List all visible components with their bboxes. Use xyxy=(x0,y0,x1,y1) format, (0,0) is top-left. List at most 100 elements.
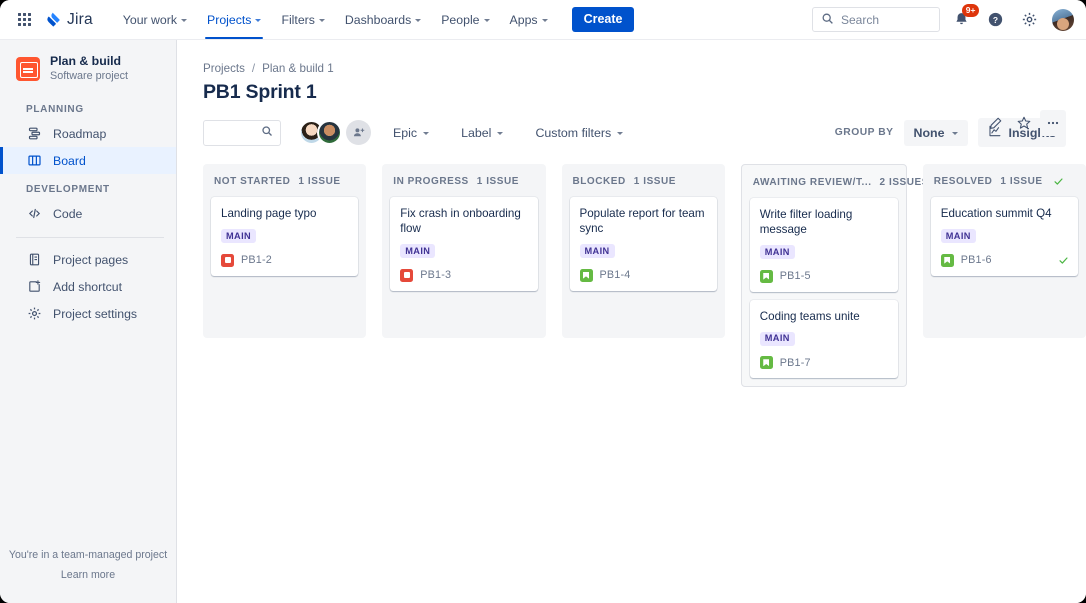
story-icon xyxy=(941,254,954,267)
main-content: Projects / Plan & build 1 PB1 Sprint 1 xyxy=(178,40,1086,603)
label-filter-dropdown[interactable]: Label xyxy=(451,120,513,146)
chevron-down-icon xyxy=(542,19,548,22)
breadcrumb-projects[interactable]: Projects xyxy=(203,62,245,75)
chevron-down-icon xyxy=(484,19,490,22)
learn-more-link[interactable]: Learn more xyxy=(0,569,176,581)
svg-text:?: ? xyxy=(992,15,997,25)
roadmap-icon xyxy=(26,126,42,142)
sidebar-item-board[interactable]: Board xyxy=(0,147,176,174)
issue-key: PB1-5 xyxy=(780,270,811,282)
project-avatar-icon xyxy=(16,57,40,81)
issue-card[interactable]: Coding teams unite MAIN PB1-7 xyxy=(750,300,898,379)
issue-key: PB1-2 xyxy=(241,254,272,266)
column-header: AWAITING REVIEW/T... 2 ISSUES xyxy=(742,165,906,198)
nav-filters[interactable]: Filters xyxy=(271,0,334,39)
issue-title: Populate report for team sync xyxy=(580,206,708,236)
issue-key: PB1-6 xyxy=(961,254,992,266)
jira-home-link[interactable]: Jira xyxy=(44,11,93,29)
issue-card[interactable]: Landing page typo MAIN PB1-2 xyxy=(211,197,358,276)
sidebar-item-label: Project pages xyxy=(53,253,128,267)
global-search-input[interactable]: Search xyxy=(812,7,940,32)
create-button[interactable]: Create xyxy=(572,7,635,32)
issue-meta: PB1-6 xyxy=(941,254,1069,267)
board-column-blocked[interactable]: BLOCKED 1 ISSUE Populate report for team… xyxy=(562,164,725,338)
notifications-button[interactable]: 9+ xyxy=(948,7,974,33)
app-switcher-icon[interactable] xyxy=(14,10,34,30)
help-button[interactable]: ? xyxy=(982,7,1008,33)
issue-card[interactable]: Write filter loading message MAIN PB1-5 xyxy=(750,198,898,292)
sidebar-item-project-pages[interactable]: Project pages xyxy=(0,246,176,273)
brand-name: Jira xyxy=(67,11,93,29)
issue-card[interactable]: Fix crash in onboarding flow MAIN PB1-3 xyxy=(390,197,537,291)
board-column-resolved[interactable]: RESOLVED 1 ISSUE Education summit Q4 MAI… xyxy=(923,164,1086,338)
group-by-dropdown[interactable]: None xyxy=(904,120,968,146)
add-people-icon[interactable] xyxy=(346,120,371,145)
issue-card[interactable]: Populate report for team sync MAIN PB1-4 xyxy=(570,197,717,291)
nav-your-work[interactable]: Your work xyxy=(113,0,197,39)
search-icon xyxy=(821,12,834,28)
sidebar-item-add-shortcut[interactable]: Add shortcut xyxy=(0,273,176,300)
nav-apps[interactable]: Apps xyxy=(500,0,558,39)
sidebar-item-roadmap[interactable]: Roadmap xyxy=(0,120,176,147)
chevron-down-icon xyxy=(497,132,503,135)
page-title: PB1 Sprint 1 xyxy=(178,75,1086,104)
gear-icon xyxy=(26,306,42,322)
jira-logo-icon xyxy=(44,11,62,29)
avatar[interactable] xyxy=(317,120,342,145)
nav-projects[interactable]: Projects xyxy=(197,0,271,39)
board-search-input[interactable] xyxy=(203,120,281,146)
sidebar-item-label: Code xyxy=(53,207,82,221)
issue-title: Fix crash in onboarding flow xyxy=(400,206,528,236)
nav-label: Your work xyxy=(123,13,177,27)
sidebar-item-code[interactable]: Code xyxy=(0,200,176,227)
sidebar-item-project-settings[interactable]: Project settings xyxy=(0,300,176,327)
column-cards: Landing page typo MAIN PB1-2 xyxy=(203,197,366,276)
column-header: NOT STARTED 1 ISSUE xyxy=(203,164,366,197)
column-count: 2 ISSUES xyxy=(880,177,929,188)
story-icon xyxy=(760,356,773,369)
board-column-not-started[interactable]: NOT STARTED 1 ISSUE Landing page typo MA… xyxy=(203,164,366,338)
breadcrumb-project[interactable]: Plan & build 1 xyxy=(262,62,334,75)
edit-icon[interactable] xyxy=(982,110,1008,136)
nav-people[interactable]: People xyxy=(431,0,499,39)
issue-meta: PB1-7 xyxy=(760,356,889,369)
custom-filters-dropdown[interactable]: Custom filters xyxy=(525,120,633,146)
sidebar-section-planning: PLANNING xyxy=(0,94,176,120)
sidebar-item-label: Add shortcut xyxy=(53,280,122,294)
epic-filter-dropdown[interactable]: Epic xyxy=(383,120,439,146)
app-window: Jira Your work Projects Filters Dashboar… xyxy=(0,0,1086,603)
code-icon xyxy=(26,206,42,222)
issue-done-check-icon xyxy=(1058,255,1069,266)
issue-tag: MAIN xyxy=(221,229,256,243)
project-name: Plan & build xyxy=(50,54,128,69)
sidebar-section-development: DEVELOPMENT xyxy=(0,174,176,200)
issue-tag: MAIN xyxy=(760,245,795,259)
nav-dashboards[interactable]: Dashboards xyxy=(335,0,431,39)
settings-button[interactable] xyxy=(1016,7,1042,33)
nav-label: People xyxy=(441,13,479,27)
project-header[interactable]: Plan & build Software project xyxy=(0,40,176,94)
sidebar-footer: You're in a team-managed project Learn m… xyxy=(0,549,176,581)
issue-title: Coding teams unite xyxy=(760,309,889,324)
chevron-down-icon xyxy=(617,132,623,135)
nav-label: Dashboards xyxy=(345,13,411,27)
custom-filters-label: Custom filters xyxy=(535,126,611,140)
board-column-awaiting-review[interactable]: AWAITING REVIEW/T... 2 ISSUES Write filt… xyxy=(741,164,907,387)
user-avatar[interactable] xyxy=(1052,9,1074,31)
issue-key: PB1-3 xyxy=(420,269,451,281)
column-cards: Write filter loading message MAIN PB1-5 … xyxy=(742,198,906,378)
add-shortcut-icon xyxy=(26,279,42,295)
notification-badge: 9+ xyxy=(962,4,979,18)
column-header: IN PROGRESS 1 ISSUE xyxy=(382,164,545,197)
issue-card[interactable]: Education summit Q4 MAIN PB1-6 xyxy=(931,197,1078,276)
column-cards: Education summit Q4 MAIN PB1-6 xyxy=(923,197,1086,276)
chevron-down-icon xyxy=(952,132,958,135)
column-done-check-icon xyxy=(1053,176,1064,187)
issue-meta: PB1-5 xyxy=(760,270,889,283)
board-column-in-progress[interactable]: IN PROGRESS 1 ISSUE Fix crash in onboard… xyxy=(382,164,545,338)
star-icon[interactable] xyxy=(1011,110,1037,136)
more-icon[interactable] xyxy=(1040,110,1066,136)
issue-key: PB1-4 xyxy=(600,269,631,281)
board-icon xyxy=(26,153,42,169)
bug-icon xyxy=(221,254,234,267)
